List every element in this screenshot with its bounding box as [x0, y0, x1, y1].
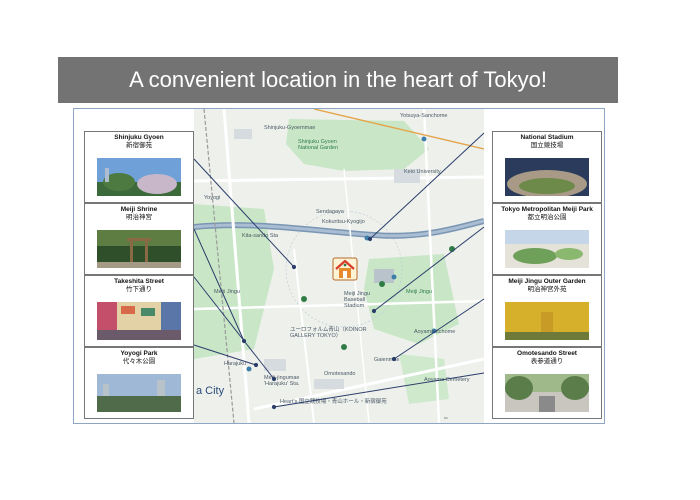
- map-label-hearts: Heart's 国立競技場・青山ホール・新宿御苑: [280, 399, 387, 405]
- map-label-shinjuku-gyoen: Shinjuku Gyoen National Garden: [298, 139, 339, 151]
- takeshita-street-photo: [97, 302, 181, 340]
- spot-name-jp: 明治神宮: [126, 214, 152, 221]
- map-label-keio: Keio University: [404, 169, 441, 175]
- area-map[interactable]: Shinjuku Gyoen National Garden Yotsuya-S…: [194, 109, 484, 423]
- spot-card-meiji-park[interactable]: Tokyo Metropolitan Meiji Park 都立明治公園: [492, 203, 602, 275]
- map-label-omotesando: Omotesando: [324, 371, 356, 377]
- shinjuku-gyoen-photo: [97, 158, 181, 196]
- spot-name-en: Yoyogi Park: [120, 350, 158, 357]
- spot-name-en: Meiji Jingu Outer Garden: [508, 278, 586, 285]
- meiji-park-photo: [505, 230, 589, 268]
- spot-card-meiji-shrine[interactable]: Meiji Shrine 明治神宮: [84, 203, 194, 275]
- map-label-baseball: Meiji Jingu Baseball Stadium: [344, 291, 370, 309]
- map-frame: Shinjuku Gyoen National Garden Yotsuya-S…: [73, 108, 605, 424]
- spot-name-en: National Stadium: [520, 134, 574, 141]
- spot-card-national-stadium[interactable]: National Stadium 国立競技場: [492, 131, 602, 203]
- map-label-sendagaya: Sendagaya: [316, 209, 344, 215]
- map-label-meiji-jingu-gaien: Meiji Jingu: [406, 289, 432, 295]
- map-label-yoyogi: Yoyogi: [204, 195, 221, 201]
- spot-name-jp: 新宿御苑: [126, 142, 152, 149]
- map-label-shinjuku-gyoemmae: Shinjuku-Gyoemmae: [264, 125, 316, 131]
- house-pin-icon[interactable]: [332, 257, 358, 281]
- map-label-aoyama-itchome: Aoyama-itchome: [414, 329, 456, 335]
- spot-name-en: Omotesando Street: [517, 350, 577, 357]
- map-label-aoyama-cemetery: Aoyama Cemetery: [424, 377, 470, 383]
- map-label-city: a City: [196, 385, 225, 397]
- spot-name-jp: 明治神宮外苑: [527, 286, 567, 293]
- spot-name-jp: 竹下通り: [126, 286, 152, 293]
- omotesando-street-photo: [505, 374, 589, 412]
- spot-name-en: Shinjuku Gyoen: [114, 134, 164, 141]
- yoyogi-park-photo: [97, 374, 181, 412]
- national-stadium-photo: [505, 158, 589, 196]
- spot-card-meiji-jingu-outer-garden[interactable]: Meiji Jingu Outer Garden 明治神宮外苑: [492, 275, 602, 347]
- spot-name-jp: 表参道通り: [530, 358, 564, 365]
- page-title: A convenient location in the heart of To…: [58, 57, 618, 103]
- map-label-yotsuya: Yotsuya-Sanchome: [400, 113, 448, 119]
- spot-card-yoyogi-park[interactable]: Yoyogi Park 代々木公園: [84, 347, 194, 419]
- map-label-gaienmae: Gaienmae: [374, 357, 400, 363]
- spot-name-jp: 代々木公園: [122, 358, 156, 365]
- meiji-shrine-photo: [97, 230, 181, 268]
- spot-name-en: Meiji Shrine: [120, 206, 158, 213]
- map-label-kokuritsu: Kokuritsu-Kyogijo: [322, 219, 365, 225]
- spot-card-takeshita-street[interactable]: Takeshita Street 竹下通り: [84, 275, 194, 347]
- spot-card-omotesando-street[interactable]: Omotesando Street 表参道通り: [492, 347, 602, 419]
- map-label-meiji-jingu: Meiji Jingu: [214, 289, 240, 295]
- spot-name-jp: 都立明治公園: [527, 214, 567, 221]
- outer-garden-photo: [505, 302, 589, 340]
- spot-name-en: Takeshita Street: [114, 278, 164, 285]
- map-label-harajuku: Harajuku: [224, 361, 247, 367]
- spot-name-en: Tokyo Metropolitan Meiji Park: [501, 206, 593, 213]
- map-scale: ▭: [444, 415, 448, 420]
- map-label-koinor: ユーロフォルム青山（KOINOR GALLERY TOKYO）: [290, 327, 367, 339]
- spot-name-jp: 国立競技場: [530, 142, 564, 149]
- spot-card-shinjuku-gyoen[interactable]: Shinjuku Gyoen 新宿御苑: [84, 131, 194, 203]
- map-label-meiji-jingumae: Meiji-jingumae 'Harajuku' Sta.: [264, 375, 300, 387]
- map-label-kita-sando: Kita-sando Sta: [242, 233, 279, 239]
